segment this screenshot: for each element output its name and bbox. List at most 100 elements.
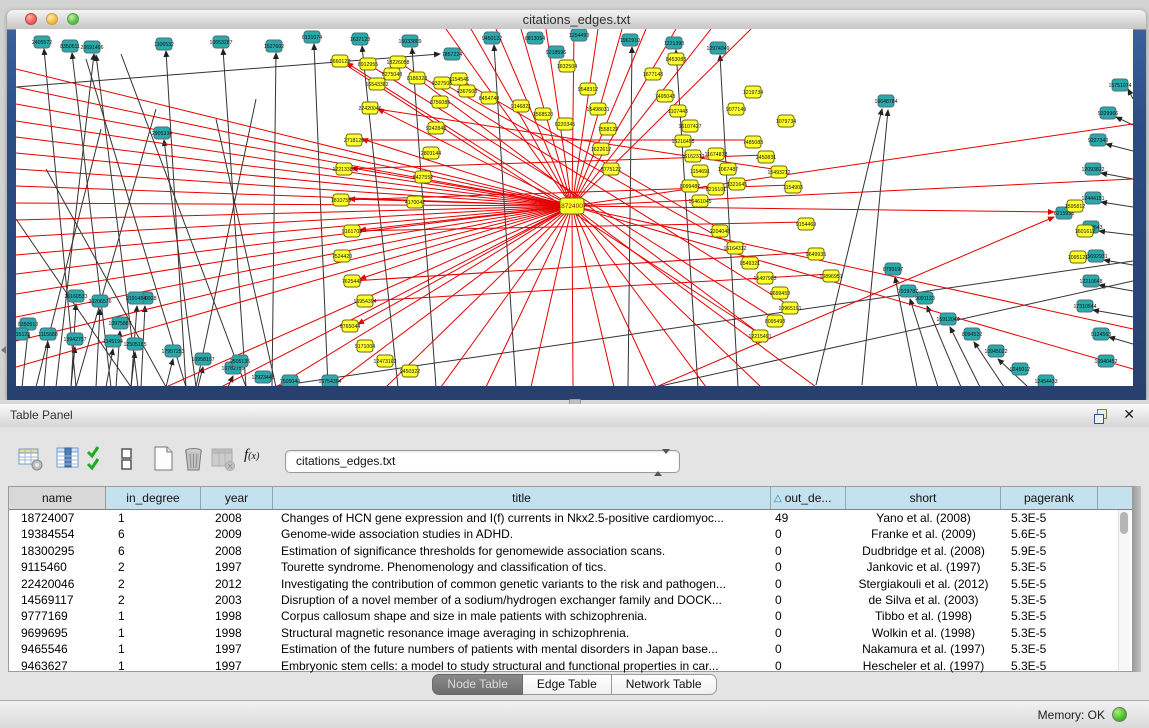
table-cell[interactable]: Dudbridge et al. (2008) bbox=[846, 543, 1001, 559]
table-cell[interactable]: 6 bbox=[106, 543, 201, 559]
network-node[interactable]: 8765044 bbox=[340, 320, 360, 332]
network-node[interactable]: 7495043 bbox=[655, 90, 675, 102]
network-node[interactable]: 1107443 bbox=[668, 105, 688, 117]
table-cell[interactable]: 9115460 bbox=[9, 559, 106, 575]
function-builder-icon[interactable]: f(x) bbox=[244, 447, 272, 475]
table-cell[interactable]: 5.3E-5 bbox=[1001, 658, 1098, 674]
network-node[interactable]: 13216455 bbox=[671, 135, 694, 147]
network-node[interactable]: 15751074 bbox=[1108, 79, 1131, 91]
table-cell[interactable]: 0 bbox=[771, 625, 846, 641]
network-node[interactable]: 16754394 bbox=[318, 375, 341, 386]
scrollbar-thumb[interactable] bbox=[1120, 512, 1128, 534]
table-cell[interactable]: 5.3E-5 bbox=[1001, 559, 1098, 575]
table-cell[interactable]: 9777169 bbox=[9, 608, 106, 624]
table-cell[interactable]: 1 bbox=[106, 641, 201, 657]
network-node[interactable]: 12215491 bbox=[748, 330, 771, 342]
column-select-icon[interactable] bbox=[54, 445, 82, 473]
table-cell[interactable]: 14569117 bbox=[9, 592, 106, 608]
table-cell[interactable]: 1998 bbox=[201, 608, 273, 624]
network-node[interactable]: 9171004 bbox=[355, 340, 375, 352]
column-header-pagerank[interactable]: pagerank bbox=[1001, 487, 1098, 509]
table-cell[interactable]: Changes of HCN gene expression and I(f) … bbox=[273, 510, 771, 526]
vertical-scrollbar[interactable] bbox=[1118, 510, 1130, 670]
table-cell[interactable]: Yano et al. (2008) bbox=[846, 510, 1001, 526]
table-cell[interactable]: 2009 bbox=[201, 526, 273, 542]
table-cell[interactable]: 0 bbox=[771, 576, 846, 592]
network-node[interactable]: 1154903 bbox=[783, 181, 803, 193]
table-cell[interactable]: 0 bbox=[771, 592, 846, 608]
network-node[interactable]: 16912044 bbox=[936, 313, 959, 325]
table-cell[interactable]: 2 bbox=[106, 559, 201, 575]
table-cell[interactable]: 9463627 bbox=[9, 658, 106, 674]
table-row[interactable]: 1872400712008Changes of HCN gene express… bbox=[9, 510, 1132, 526]
network-node[interactable]: 15498031 bbox=[586, 103, 609, 115]
table-settings-icon[interactable] bbox=[17, 445, 45, 473]
table-cell[interactable]: 0 bbox=[771, 559, 846, 575]
network-node[interactable]: 1321645 bbox=[727, 178, 747, 190]
tab-network-table[interactable]: Network Table bbox=[612, 674, 717, 695]
network-node[interactable]: 8131074 bbox=[302, 31, 322, 43]
network-node[interactable]: 7524420 bbox=[332, 250, 352, 262]
network-node[interactable]: 16164312 bbox=[723, 242, 746, 254]
network-node[interactable]: 1154691 bbox=[690, 165, 710, 177]
network-node[interactable]: 11674873 bbox=[705, 148, 728, 160]
network-node[interactable]: 10940452 bbox=[1094, 355, 1117, 367]
network-node[interactable]: 9218596 bbox=[546, 46, 566, 58]
memory-status-indicator[interactable] bbox=[1112, 707, 1127, 722]
delete-trash-icon[interactable] bbox=[180, 445, 208, 473]
table-cell[interactable]: 1 bbox=[106, 625, 201, 641]
network-node[interactable]: 1568520 bbox=[533, 108, 553, 120]
network-node[interactable]: 8756085 bbox=[430, 96, 450, 108]
table-cell[interactable]: Nakamura et al. (1997) bbox=[846, 641, 1001, 657]
network-node[interactable]: 1079734 bbox=[776, 115, 796, 127]
network-node[interactable]: 9649935 bbox=[806, 248, 826, 260]
table-cell[interactable]: Estimation of the future numbers of pati… bbox=[273, 641, 771, 657]
network-node[interactable]: 8912955 bbox=[358, 58, 378, 70]
network-node[interactable]: 9227343 bbox=[1088, 134, 1108, 146]
network-node[interactable]: 1106532 bbox=[154, 38, 174, 50]
table-row[interactable]: 911546021997Tourette syndrome. Phenomeno… bbox=[9, 559, 1132, 575]
network-node[interactable]: 1254493 bbox=[569, 29, 589, 41]
network-node[interactable]: 8220345 bbox=[555, 118, 575, 130]
network-node[interactable]: 8453083 bbox=[666, 53, 686, 65]
table-row[interactable]: 969969511998Structural magnetic resonanc… bbox=[9, 625, 1132, 641]
network-node[interactable]: 9699453 bbox=[770, 287, 790, 299]
float-window-icon[interactable] bbox=[1094, 409, 1107, 422]
table-cell[interactable]: 1998 bbox=[201, 625, 273, 641]
network-node[interactable]: 8775122 bbox=[601, 163, 621, 175]
network-window-titlebar[interactable]: citations_edges.txt bbox=[7, 10, 1146, 30]
network-node[interactable]: 12210648 bbox=[1079, 275, 1102, 287]
network-node[interactable]: 8549321 bbox=[740, 257, 760, 269]
network-node[interactable]: 1154546 bbox=[449, 73, 469, 85]
network-node[interactable]: 13942757 bbox=[63, 333, 86, 345]
network-node[interactable]: 1622612 bbox=[591, 143, 611, 155]
table-cell[interactable]: 18724007 bbox=[9, 510, 106, 526]
table-cell[interactable]: 0 bbox=[771, 543, 846, 559]
table-row[interactable]: 946362711997Embryonic stem cells: a mode… bbox=[9, 658, 1132, 674]
table-cell[interactable]: 0 bbox=[771, 608, 846, 624]
network-node[interactable]: 7505044 bbox=[280, 375, 300, 386]
table-cell[interactable]: Genome-wide association studies in ADHD. bbox=[273, 526, 771, 542]
network-node[interactable]: 8454749 bbox=[479, 92, 499, 104]
table-cell[interactable]: Estimation of significance thresholds fo… bbox=[273, 543, 771, 559]
network-node[interactable]: 2718126 bbox=[344, 134, 364, 146]
network-node[interactable]: 1810755 bbox=[331, 194, 351, 206]
network-node[interactable]: 9242848 bbox=[426, 122, 446, 134]
network-node[interactable]: 1961910 bbox=[620, 34, 640, 46]
network-node[interactable]: 9245012 bbox=[1010, 363, 1030, 375]
table-row[interactable]: 2242004622012Investigating the contribut… bbox=[9, 576, 1132, 592]
network-node[interactable]: 7625442 bbox=[342, 275, 362, 287]
table-row[interactable]: 1938455462009Genome-wide association stu… bbox=[9, 526, 1132, 542]
table-cell[interactable]: Wolkin et al. (1998) bbox=[846, 625, 1001, 641]
network-node[interactable]: 20206576 bbox=[88, 295, 111, 307]
network-node[interactable]: 16162312 bbox=[681, 150, 704, 162]
network-node[interactable]: 15497983 bbox=[753, 272, 776, 284]
network-node[interactable]: 12454433 bbox=[1034, 375, 1057, 386]
network-node[interactable]: 2450831 bbox=[756, 151, 776, 163]
network-node[interactable]: 12974349 bbox=[706, 42, 729, 54]
table-cell[interactable]: 1997 bbox=[201, 641, 273, 657]
network-node[interactable]: 9161703 bbox=[342, 225, 362, 237]
network-node[interactable]: 15493212 bbox=[767, 166, 790, 178]
table-row[interactable]: 1830029562008Estimation of significance … bbox=[9, 543, 1132, 559]
network-node[interactable]: 1637123 bbox=[350, 33, 370, 45]
